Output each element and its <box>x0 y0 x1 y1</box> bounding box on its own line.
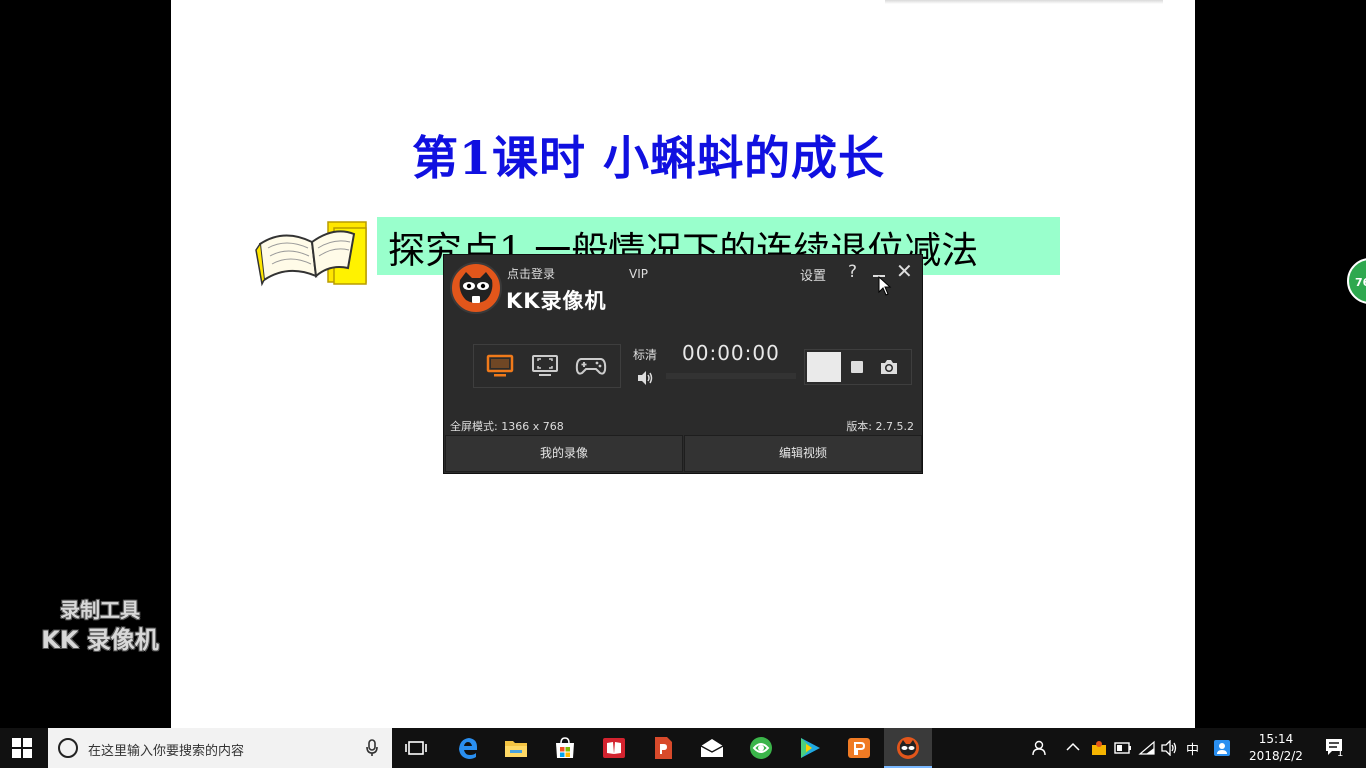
fullscreen-mode-icon[interactable] <box>486 354 514 378</box>
volume-slider[interactable] <box>666 373 796 379</box>
battery-icon[interactable] <box>1114 741 1132 755</box>
video-player-icon[interactable] <box>798 736 822 760</box>
windows-taskbar: 在这里输入你要搜索的内容 中 15:14 2018/2/2 1 <box>0 728 1366 768</box>
kk-brand-title: KK录像机 <box>506 289 607 313</box>
speaker-icon[interactable] <box>1160 740 1178 756</box>
quality-selector[interactable]: 标清 <box>633 346 657 363</box>
login-link[interactable]: 点击登录 <box>507 265 555 282</box>
kk-recorder-window: 点击登录 VIP KK录像机 设置 ? ✕ 标清 00:00:00 全屏模式: … <box>443 254 923 474</box>
mail-icon[interactable] <box>700 736 724 760</box>
record-controls <box>804 349 912 385</box>
watermark-line2: KK 录像机 <box>41 626 159 654</box>
kk-watermark: 录制工具 KK 录像机 <box>30 596 170 656</box>
store-icon[interactable] <box>553 736 577 760</box>
system-clock[interactable]: 15:14 2018/2/2 <box>1244 731 1308 765</box>
qq-icon[interactable] <box>1213 739 1231 757</box>
chevron-up-icon[interactable] <box>1066 742 1080 752</box>
notification-count: 1 <box>1337 748 1344 759</box>
region-mode-icon[interactable] <box>531 354 559 378</box>
wps-slides-icon[interactable] <box>847 736 871 760</box>
help-button[interactable]: ? <box>848 262 857 282</box>
ime-indicator[interactable]: 中 <box>1186 739 1199 758</box>
wifi-icon[interactable] <box>1138 740 1156 756</box>
browser-360-icon[interactable] <box>749 736 773 760</box>
clock-time: 15:14 <box>1258 732 1294 746</box>
open-book-icon <box>255 221 367 287</box>
settings-button[interactable]: 设置 <box>800 265 826 284</box>
search-placeholder[interactable]: 在这里输入你要搜索的内容 <box>88 740 244 759</box>
kk-logo-icon[interactable] <box>450 262 502 314</box>
edge-browser-icon[interactable] <box>456 736 480 760</box>
close-button[interactable]: ✕ <box>896 259 913 283</box>
slide-top-shadow <box>885 0 1163 4</box>
edit-video-button[interactable]: 编辑视频 <box>684 435 922 472</box>
windows-start-icon[interactable] <box>12 738 32 758</box>
cortana-icon[interactable] <box>58 738 78 758</box>
task-view-icon[interactable] <box>404 736 428 760</box>
wps-presentation-icon[interactable] <box>651 736 675 760</box>
fullscreen-mode-info: 全屏模式: 1366 x 768 <box>450 420 564 433</box>
people-icon[interactable] <box>1030 739 1048 757</box>
record-button[interactable] <box>807 352 841 382</box>
slide-title: 第1课时 小蝌蚪的成长 <box>412 131 886 185</box>
kk-taskbar-button[interactable] <box>884 728 932 768</box>
game-mode-icon[interactable] <box>575 354 607 378</box>
recording-timer: 00:00:00 <box>682 341 780 365</box>
version-label: 版本: 2.7.5.2 <box>846 420 914 433</box>
my-videos-button[interactable]: 我的录像 <box>445 435 683 472</box>
security-app-icon[interactable] <box>1090 739 1108 757</box>
file-explorer-icon[interactable] <box>504 736 528 760</box>
reader-app-icon[interactable] <box>602 736 626 760</box>
taskbar-search-box[interactable]: 在这里输入你要搜索的内容 <box>48 728 392 768</box>
volume-icon[interactable] <box>636 370 654 386</box>
clock-date: 2018/2/2 <box>1249 749 1303 763</box>
mouse-cursor-icon <box>878 276 892 296</box>
microphone-icon[interactable] <box>366 739 378 757</box>
kk-recorder-taskbar-icon <box>897 737 919 759</box>
stop-button[interactable] <box>851 361 863 373</box>
side-floating-badge[interactable]: 76 <box>1347 258 1366 304</box>
record-mode-selector <box>473 344 621 388</box>
watermark-line1: 录制工具 <box>60 598 140 622</box>
camera-icon[interactable] <box>879 358 899 376</box>
vip-link[interactable]: VIP <box>629 267 648 281</box>
